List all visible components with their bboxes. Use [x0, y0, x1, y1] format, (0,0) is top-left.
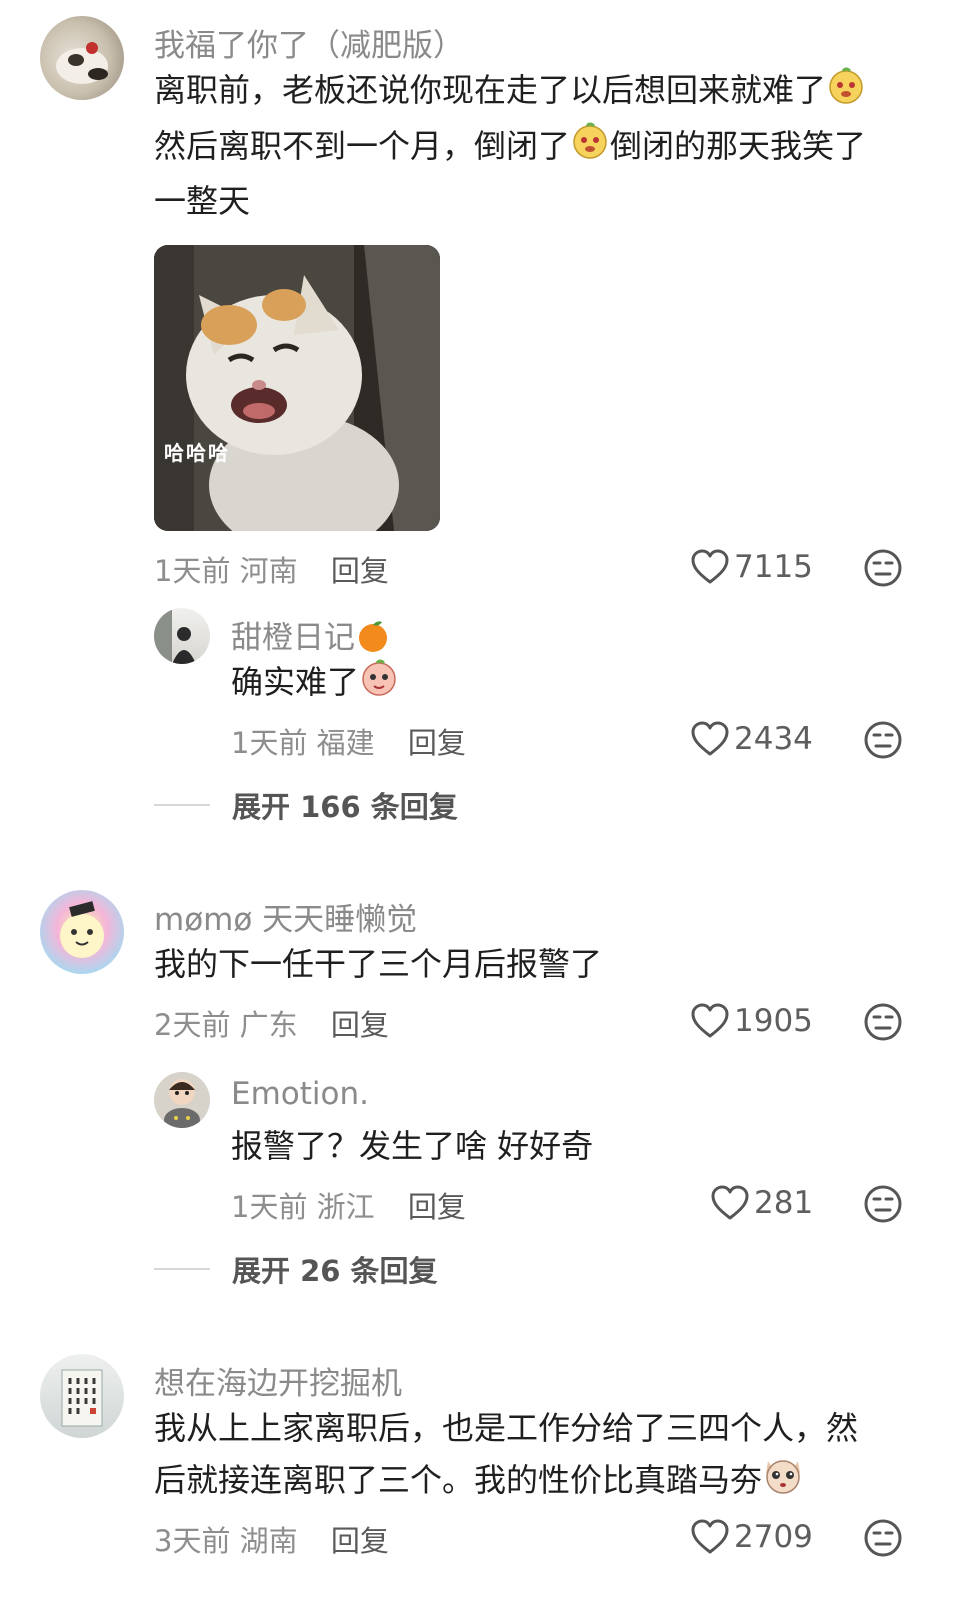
- avatar-person-picture: [154, 608, 196, 664]
- heart-outline-icon: [691, 549, 729, 584]
- react-button[interactable]: [863, 1002, 903, 1046]
- reply-location: 浙江: [316, 1190, 375, 1224]
- heart-outline-icon: [691, 1003, 729, 1038]
- reply-button[interactable]: 回复: [331, 554, 389, 588]
- neutral-face-icon: [864, 549, 902, 587]
- comment-username[interactable]: 想在海边开挖掘机: [154, 1358, 402, 1403]
- avatar[interactable]: [40, 890, 124, 974]
- comment-meta: 1天前 河南 回复: [154, 548, 389, 590]
- react-button[interactable]: [863, 548, 903, 592]
- comment-username[interactable]: mømø 天天睡懒觉: [154, 894, 417, 939]
- divider-line: [154, 804, 210, 806]
- divider-line: [154, 1268, 210, 1270]
- reply-text: 确实难了: [231, 656, 399, 712]
- smug-emoji-icon: [570, 120, 610, 175]
- laughing-cat-picture: [154, 245, 440, 531]
- reply-meta: 1天前 福建 回复: [231, 720, 466, 762]
- shocked-cat-emoji-icon: [762, 1455, 804, 1510]
- comment-text-line: 后就接连离职了三个。我的性价比真踏马夯: [154, 1461, 763, 1499]
- comment-location: 河南: [239, 554, 298, 588]
- reply-button[interactable]: 回复: [331, 1008, 389, 1042]
- react-button[interactable]: [863, 1184, 903, 1228]
- heart-outline-icon: [711, 1185, 749, 1220]
- orange-emoji-icon: [355, 618, 391, 662]
- comment-text-line: 我从上上家离职后，也是工作分给了三四个人，然: [154, 1409, 859, 1447]
- comment-location: 广东: [239, 1008, 298, 1042]
- comment-location: 湖南: [239, 1524, 298, 1558]
- comment-image[interactable]: 哈哈哈: [154, 245, 440, 531]
- shy-peach-emoji-icon: [359, 657, 399, 712]
- comment-text-line: 一整天: [154, 182, 251, 220]
- reply-button[interactable]: 回复: [408, 1190, 466, 1224]
- like-button[interactable]: 281: [710, 1184, 813, 1222]
- like-count: 281: [754, 1185, 814, 1221]
- comment-text-line: 倒闭的那天我笑了: [610, 126, 867, 165]
- reply-username[interactable]: Emotion.: [231, 1076, 369, 1112]
- reply-username[interactable]: 甜橙日记: [231, 612, 391, 662]
- comment-meta: 2天前 广东 回复: [154, 1002, 389, 1044]
- reply-avatar[interactable]: [154, 608, 210, 664]
- comment-time: 1天前: [154, 554, 231, 588]
- like-button[interactable]: 2709: [690, 1518, 813, 1556]
- react-button[interactable]: [863, 1518, 903, 1562]
- neutral-face-icon: [864, 1185, 902, 1223]
- neutral-face-icon: [864, 1519, 902, 1557]
- comment-text-line: 然后离职不到一个月，倒闭了: [154, 126, 571, 165]
- expand-replies-button[interactable]: 展开 166 条回复: [154, 784, 458, 826]
- like-count: 2434: [734, 721, 813, 757]
- comment-time: 3天前: [154, 1524, 231, 1558]
- reply-avatar[interactable]: [154, 1072, 210, 1128]
- neutral-face-icon: [864, 1003, 902, 1041]
- avatar[interactable]: [40, 1354, 124, 1438]
- heart-outline-icon: [691, 1519, 729, 1554]
- heart-outline-icon: [691, 721, 729, 756]
- comment-time: 2天前: [154, 1008, 231, 1042]
- react-button[interactable]: [863, 720, 903, 764]
- avatar-rainbow-creature-picture: [60, 901, 104, 958]
- reply-location: 福建: [316, 726, 375, 760]
- like-button[interactable]: 2434: [690, 720, 813, 758]
- reply-time: 1天前: [231, 726, 308, 760]
- like-button[interactable]: 7115: [690, 548, 813, 586]
- like-button[interactable]: 1905: [690, 1002, 813, 1040]
- reply-text: 报警了？发生了啥 好好奇: [231, 1127, 594, 1165]
- avatar[interactable]: [40, 16, 124, 100]
- smug-emoji-icon: [826, 65, 866, 120]
- image-caption: 哈哈哈: [164, 441, 230, 465]
- avatar-child-with-cat-picture: [164, 1079, 200, 1128]
- comment-meta: 3天前 湖南 回复: [154, 1518, 389, 1560]
- neutral-face-icon: [864, 721, 902, 759]
- like-count: 1905: [734, 1003, 813, 1039]
- avatar-calligraphy-picture: [61, 1369, 103, 1427]
- avatar-cat-picture: [56, 42, 108, 84]
- like-count: 2709: [734, 1519, 813, 1555]
- like-count: 7115: [734, 549, 813, 585]
- comment-text: 我从上上家离职后，也是工作分给了三四个人，然 后就接连离职了三个。我的性价比真踏…: [154, 1402, 858, 1510]
- reply-button[interactable]: 回复: [408, 726, 466, 760]
- comment-text: 我的下一任干了三个月后报警了: [154, 945, 603, 983]
- reply-button[interactable]: 回复: [331, 1524, 389, 1558]
- reply-meta: 1天前 浙江 回复: [231, 1184, 466, 1226]
- comment-text: 离职前，老板还说你现在走了以后想回来就难了 然后离职不到一个月，倒闭了 倒闭的那天…: [154, 64, 866, 227]
- comment-username[interactable]: 我福了你了（减肥版）: [154, 20, 464, 65]
- expand-replies-button[interactable]: 展开 26 条回复: [154, 1248, 438, 1290]
- reply-time: 1天前: [231, 1190, 308, 1224]
- comment-text-line: 离职前，老板还说你现在走了以后想回来就难了: [154, 71, 827, 109]
